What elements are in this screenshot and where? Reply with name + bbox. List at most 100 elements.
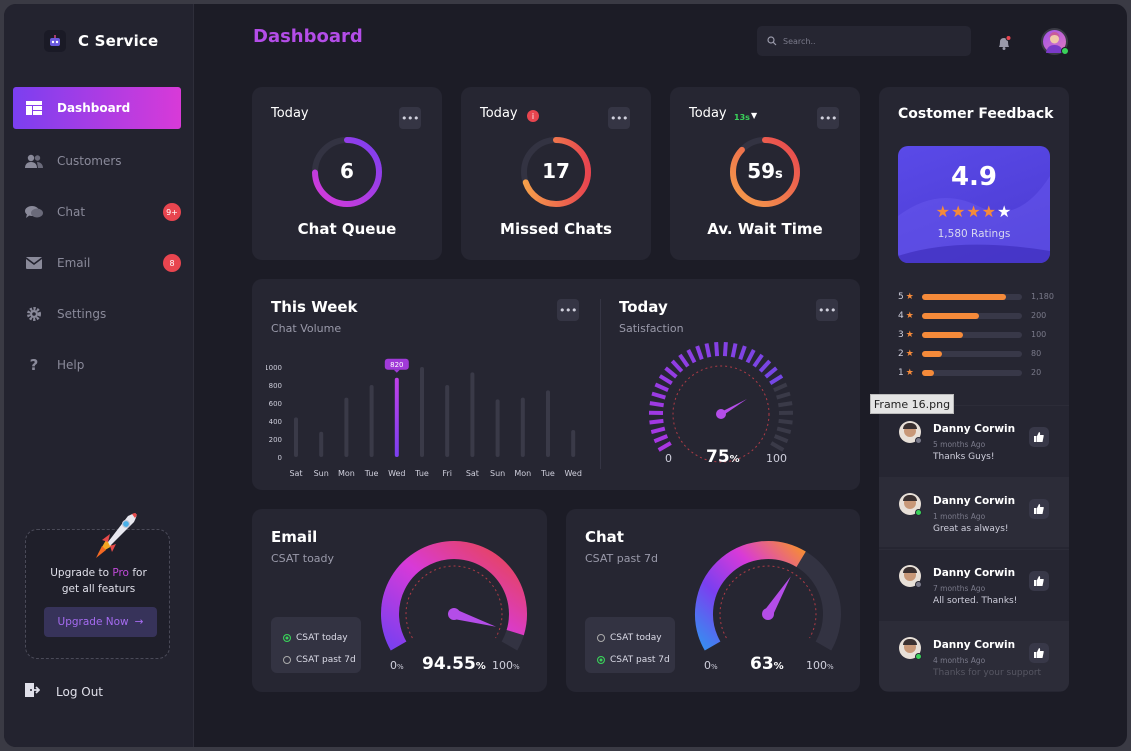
notification-bell-icon[interactable] (996, 35, 1012, 55)
gear-icon (25, 305, 43, 323)
review-item: Danny Corwin 7 months Ago All sorted. Th… (879, 549, 1069, 619)
upgrade-text-line2: get all featurs (61, 583, 136, 595)
logout-label: Log Out (56, 684, 104, 699)
rating-bar-fill (922, 312, 979, 319)
thumbs-up-icon[interactable] (1029, 571, 1049, 591)
missed-chats-card: Today i ••• 17 Missed Chats (461, 87, 651, 260)
sidebar-item-email[interactable]: Email 8 (13, 242, 181, 284)
thumbs-up-icon[interactable] (1029, 427, 1049, 447)
sidebar-item-customers[interactable]: Customers (13, 140, 181, 182)
email-card-title: Email (271, 528, 318, 546)
bar[interactable] (394, 377, 399, 457)
x-tick-label: Wed (388, 469, 405, 477)
sidebar-item-label: Customers (57, 154, 122, 168)
email-count-badge: 8 (163, 254, 181, 272)
x-tick-label: Sun (314, 469, 329, 477)
bar[interactable] (571, 430, 576, 457)
info-icon[interactable]: i (527, 110, 539, 122)
email-gauge (381, 541, 527, 651)
upgrade-button-label: Upgrade Now (57, 616, 129, 628)
x-tick-label: Sat (289, 469, 302, 477)
rocket-icon (88, 506, 144, 572)
thumbs-up-icon[interactable] (1029, 643, 1049, 663)
more-options-button[interactable]: ••• (816, 299, 838, 321)
x-tick-label: Sun (490, 469, 505, 477)
radio-selected-icon (283, 634, 291, 642)
bar[interactable] (369, 385, 374, 457)
rating-bar-count: 100 (1031, 330, 1047, 339)
gauge-tick (654, 382, 669, 393)
satisfaction-value: 75% (706, 447, 740, 467)
more-options-button[interactable]: ••• (817, 107, 839, 129)
gauge-fill (695, 541, 806, 651)
gauge-tick (649, 401, 664, 408)
more-options-button[interactable]: ••• (557, 299, 579, 321)
bar[interactable] (546, 390, 550, 457)
legend-item-today[interactable]: CSAT today (283, 627, 361, 649)
gauge-tick (678, 353, 690, 368)
rating-summary-card: 4.9 ★★★★★ 1,580 Ratings (898, 146, 1050, 263)
missed-chats-label: Missed Chats (500, 220, 612, 238)
upgrade-pro-label: Pro (112, 567, 129, 579)
bar[interactable] (319, 431, 324, 457)
gauge-tick (695, 345, 704, 360)
thumbs-up-icon[interactable] (1029, 499, 1049, 519)
caret-down-icon[interactable]: ▼ (751, 111, 757, 120)
search-icon (767, 36, 777, 46)
gauge-tick (764, 366, 778, 379)
star-count-label: 2 (898, 348, 904, 359)
gauge-tick (778, 418, 793, 425)
robot-logo-icon (44, 30, 66, 52)
gauge-min-label: 0 (665, 452, 672, 465)
upgrade-now-button[interactable]: Upgrade Now → (44, 607, 157, 637)
sidebar-item-dashboard[interactable]: Dashboard (13, 87, 181, 129)
upgrade-text-suffix: for (129, 567, 147, 579)
wait-time-label: Av. Wait Time (707, 220, 823, 238)
gauge-min-label: 0% (704, 659, 718, 672)
gauge-tick (704, 343, 712, 358)
user-avatar[interactable] (1041, 28, 1069, 55)
sidebar-item-label: Dashboard (57, 101, 131, 115)
more-options-button[interactable]: ••• (608, 107, 630, 129)
x-tick-label: Mon (338, 469, 355, 477)
bar[interactable] (445, 385, 450, 457)
satisfaction-unit: % (729, 454, 740, 465)
bar[interactable] (294, 417, 298, 457)
sidebar-item-chat[interactable]: Chat 9+ (13, 191, 181, 233)
week-card-title: This Week (271, 298, 358, 316)
star-icon: ★ (905, 348, 914, 359)
legend-item-past7d[interactable]: CSAT past 7d (597, 649, 675, 671)
feedback-title: Costomer Feedback (898, 106, 1054, 122)
bar[interactable] (470, 372, 475, 457)
sidebar-item-settings[interactable]: Settings (13, 293, 181, 335)
star-count-label: 3 (898, 329, 904, 340)
gauge-tick (776, 391, 791, 400)
gauge-inner-arc (405, 565, 503, 639)
satisfaction-number: 75 (706, 447, 730, 467)
search-input[interactable]: Search.. (757, 26, 971, 56)
more-options-button[interactable]: ••• (399, 107, 421, 129)
bar[interactable] (520, 397, 525, 457)
legend-item-past7d[interactable]: CSAT past 7d (283, 649, 361, 671)
x-tick-label: Wed (564, 469, 581, 477)
brand[interactable]: C Service (44, 30, 158, 52)
gauge-needle (716, 399, 747, 419)
sidebar-item-help[interactable]: ? Help (13, 344, 181, 386)
rating-bar-fill (922, 293, 1006, 300)
bar[interactable] (420, 367, 424, 457)
period-label: Today (689, 106, 727, 121)
bar[interactable] (495, 399, 500, 457)
gauge-tick (738, 345, 747, 360)
y-tick-label: 200 (269, 436, 282, 444)
chat-count-badge: 9+ (163, 203, 181, 221)
email-csat-value: 94.55% (422, 654, 486, 674)
gauge-max-label: 100% (492, 659, 520, 672)
radio-icon (597, 634, 605, 642)
bar[interactable] (344, 397, 349, 457)
legend-item-today[interactable]: CSAT today (597, 627, 675, 649)
chat-legend: CSAT today CSAT past 7d (585, 617, 675, 673)
status-dot (915, 509, 922, 516)
gauge-tick (657, 441, 672, 452)
gauge-tick (758, 359, 772, 373)
logout-button[interactable]: Log Out (24, 682, 103, 701)
